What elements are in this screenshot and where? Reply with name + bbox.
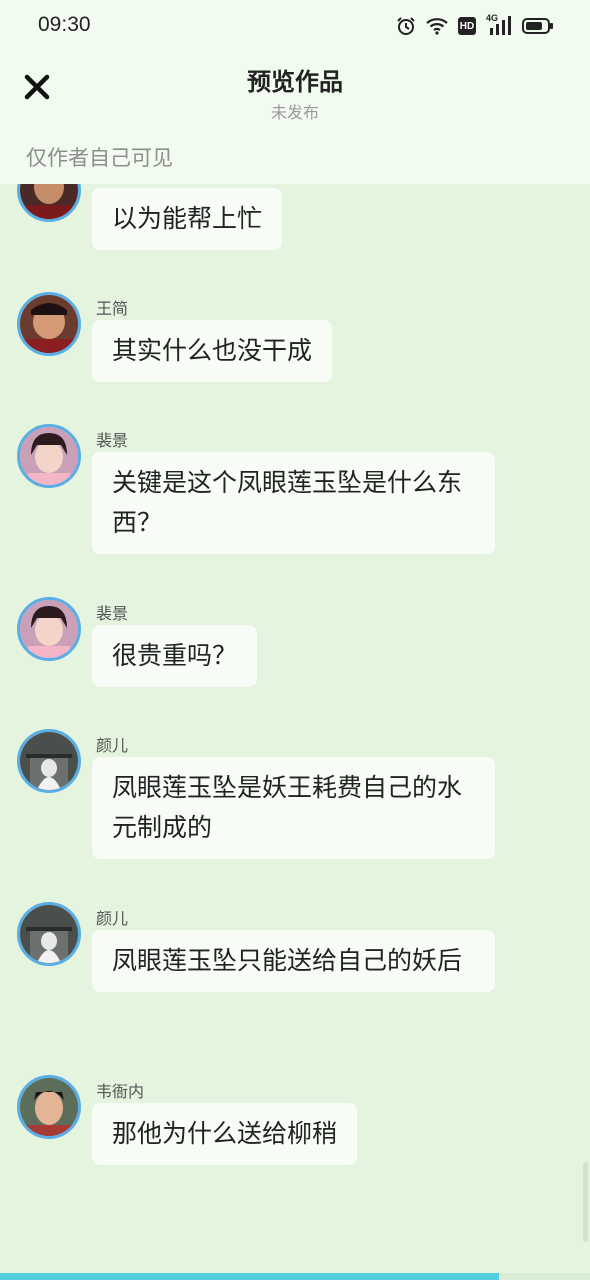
hd-icon: HD <box>458 17 476 35</box>
sender-name: 裴景 <box>96 431 129 450</box>
message-text: 很贵重吗？ <box>112 641 238 670</box>
sender-name: 韦衙内 <box>96 1082 145 1101</box>
message-text: 关键是这个凤眼莲玉坠是什么东西？ <box>112 468 463 537</box>
message-text: 那他为什么送给柳稍 <box>112 1119 338 1148</box>
message-bubble[interactable]: 关键是这个凤眼莲玉坠是什么东西？ <box>92 452 495 554</box>
visibility-notice: 仅作者自己可见 <box>26 146 173 170</box>
status-icons: HD 4G <box>396 13 554 38</box>
avatar[interactable] <box>17 902 81 966</box>
sender-name: 裴景 <box>96 604 129 623</box>
message-bubble[interactable]: 凤眼莲玉坠是妖王耗费自己的水元制成的 <box>92 757 495 859</box>
message-text: 以为能帮上忙 <box>112 204 263 233</box>
message-text: 凤眼莲玉坠是妖王耗费自己的水元制成的 <box>112 773 463 842</box>
avatar[interactable] <box>17 292 81 356</box>
reading-progress-bar <box>0 1273 590 1280</box>
status-time: 09:30 <box>38 13 91 36</box>
page-title: 预览作品 <box>247 68 343 96</box>
scrollbar[interactable] <box>583 1162 588 1242</box>
chat-list[interactable]: 以为能帮上忙 王简 其实什么也没干成 裴景 关键是这个凤眼莲玉坠是什么东西？ 裴… <box>0 184 590 1274</box>
message-bubble[interactable]: 很贵重吗？ <box>92 625 258 687</box>
reading-progress-fill <box>0 1273 499 1280</box>
message-bubble[interactable]: 凤眼莲玉坠只能送给自己的妖后 <box>92 930 495 992</box>
message-bubble[interactable]: 那他为什么送给柳稍 <box>92 1103 358 1165</box>
sender-name: 王简 <box>96 299 129 318</box>
avatar[interactable] <box>17 597 81 661</box>
alarm-icon <box>396 16 416 36</box>
avatar[interactable] <box>17 729 81 793</box>
message-bubble[interactable]: 以为能帮上忙 <box>92 188 283 250</box>
message-text: 其实什么也没干成 <box>112 336 313 365</box>
message-text: 凤眼莲玉坠只能送给自己的妖后 <box>112 946 463 975</box>
status-bar: 09:30 HD 4G <box>0 0 590 52</box>
message-bubble[interactable]: 其实什么也没干成 <box>92 320 333 382</box>
publish-status: 未发布 <box>270 103 319 122</box>
sender-name: 颜儿 <box>96 736 129 755</box>
signal-4g-icon: 4G <box>486 13 512 36</box>
header: 预览作品 未发布 仅作者自己可见 <box>0 52 590 184</box>
avatar[interactable] <box>17 1075 81 1139</box>
avatar[interactable] <box>17 424 81 488</box>
battery-icon <box>522 17 554 35</box>
avatar[interactable] <box>17 184 81 222</box>
sender-name: 颜儿 <box>96 909 129 928</box>
wifi-icon <box>426 17 448 35</box>
